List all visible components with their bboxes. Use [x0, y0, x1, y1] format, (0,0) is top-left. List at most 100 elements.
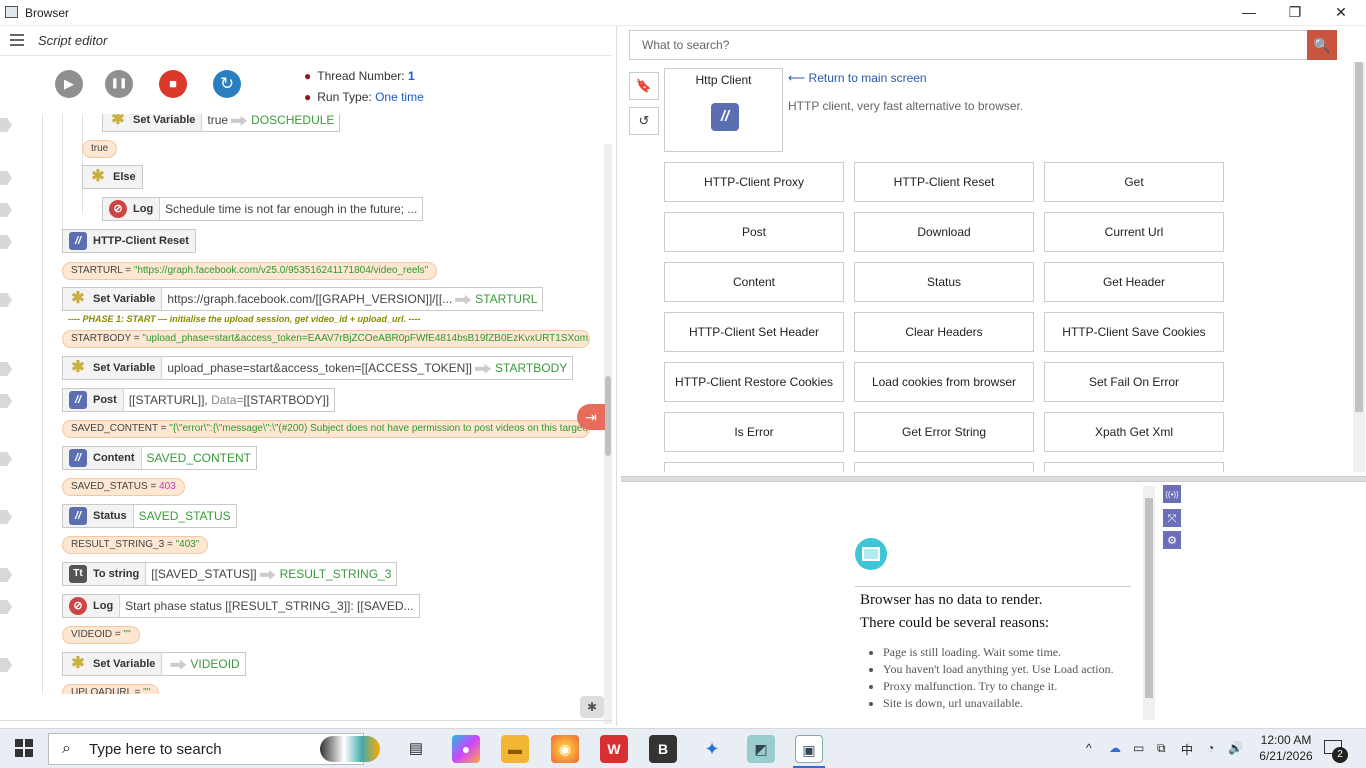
windows-start-icon[interactable]: [15, 739, 33, 757]
script-canvas[interactable]: ✱ Set Variable true DOSCHEDULE true ✱ Else …: [0, 114, 604, 694]
action-button[interactable]: HTTP-Client Reset: [854, 162, 1034, 202]
wifi-icon[interactable]: ◔: [1207, 741, 1214, 755]
action-button[interactable]: Clear Headers: [854, 312, 1034, 352]
set-variable-block[interactable]: ✱ Set Variable https://graph.facebook.com…: [62, 287, 544, 311]
action-button[interactable]: Current Url: [1044, 212, 1224, 252]
action-button[interactable]: Post: [664, 212, 844, 252]
collapse-icon[interactable]: ⤧: [1162, 508, 1182, 528]
bookmark-icon[interactable]: 🔖: [629, 72, 659, 100]
list-item: Proxy malfunction. Try to change it.: [883, 678, 1133, 694]
copilot-icon[interactable]: ●: [452, 735, 480, 763]
status-block[interactable]: //Status SAVED_STATUS: [62, 504, 237, 528]
browser-app-icon[interactable]: ▣: [795, 735, 823, 763]
input-method-icon[interactable]: 中: [1181, 741, 1193, 758]
arrow-icon: [231, 115, 248, 126]
else-block[interactable]: ✱ Else: [82, 165, 143, 189]
history-icon[interactable]: ↺: [629, 107, 659, 135]
runtype-value[interactable]: One time: [375, 90, 424, 104]
widgets-icon[interactable]: [320, 736, 380, 762]
to-string-block[interactable]: Tt To string [[SAVED_STATUS]] RESULT_STRIN…: [62, 562, 398, 586]
action-button[interactable]: Get: [1044, 162, 1224, 202]
editor-scroll-thumb[interactable]: [605, 376, 611, 456]
pause-button[interactable]: ❚❚: [105, 70, 133, 98]
restore-button[interactable]: ❐: [1272, 0, 1318, 26]
http-client-icon: //: [69, 391, 87, 409]
bas-icon[interactable]: B: [649, 735, 677, 763]
wps-icon[interactable]: W: [600, 735, 628, 763]
minimize-button[interactable]: —: [1226, 0, 1272, 26]
action-button[interactable]: HTTP-Client Proxy: [664, 162, 844, 202]
menu-icon[interactable]: [10, 34, 24, 46]
task-view-icon[interactable]: ▤: [402, 735, 430, 763]
list-item: You haven't load anything yet. Use Load …: [883, 661, 1133, 677]
stop-button[interactable]: ■: [159, 70, 187, 98]
action-button[interactable]: Status: [854, 262, 1034, 302]
actions-grid: HTTP-Client Proxy HTTP-Client Reset Get …: [664, 162, 1224, 472]
set-variable-block[interactable]: ✱ Set Variable VIDEOID: [62, 652, 246, 676]
close-button[interactable]: ✕: [1318, 0, 1364, 26]
action-button[interactable]: [1044, 462, 1224, 472]
http-client-reset-block[interactable]: //HTTP-Client Reset: [62, 229, 196, 253]
http-client-icon: //: [69, 449, 87, 467]
thread-label: Thread Number:: [317, 69, 405, 83]
file-explorer-icon[interactable]: ▬: [501, 735, 529, 763]
actions-scroll-thumb[interactable]: [1355, 62, 1363, 412]
time: 12:00 AM: [1260, 733, 1312, 747]
content-block[interactable]: //Content SAVED_CONTENT: [62, 446, 258, 470]
log-block[interactable]: ⊘ Log Start phase status [[RESULT_STRING_…: [62, 594, 420, 618]
tray-app-icon[interactable]: ▭: [1133, 741, 1144, 755]
exit-icon[interactable]: ⇥: [577, 404, 605, 430]
action-button[interactable]: HTTP-Client Set Header: [664, 312, 844, 352]
variable-value-pill: UPLOADURL = "": [62, 684, 160, 694]
post-block[interactable]: //Post [[STARTURL]], Data=[[STARTBODY]]: [62, 388, 336, 412]
variable-value-pill: SAVED_CONTENT = "{\"error\":{\"message\"…: [62, 420, 590, 438]
return-to-main-link[interactable]: ⟵ Return to main screen: [788, 71, 927, 85]
set-variable-block[interactable]: ✱ Set Variable upload_phase=start&access_…: [62, 356, 574, 380]
onedrive-icon[interactable]: ☁: [1109, 741, 1121, 755]
volume-icon[interactable]: 🔊: [1228, 741, 1243, 755]
list-item: Page is still loading. Wait some time.: [883, 644, 1133, 660]
set-variable-block[interactable]: ✱ Set Variable true DOSCHEDULE: [102, 114, 341, 132]
action-button[interactable]: Xpath Get Xml: [1044, 412, 1224, 452]
list-item: Site is down, url unavailable.: [883, 695, 1133, 711]
action-button[interactable]: [854, 462, 1034, 472]
restart-button[interactable]: ↻: [213, 70, 241, 98]
broadcast-icon[interactable]: ((•)): [1162, 484, 1182, 504]
tray-app-icon[interactable]: ⧉: [1157, 741, 1166, 756]
log-block[interactable]: ⊘ Log Schedule time is not far enough in …: [102, 197, 424, 221]
notification-count: 2: [1332, 747, 1348, 763]
browser-scrollbar[interactable]: [1143, 486, 1155, 720]
action-button[interactable]: HTTP-Client Restore Cookies: [664, 362, 844, 402]
action-button[interactable]: Is Error: [664, 412, 844, 452]
bug-icon[interactable]: ✱: [580, 696, 604, 718]
settings-icon[interactable]: ⚙: [1162, 530, 1182, 550]
browser-window-icon: [855, 538, 887, 570]
action-button[interactable]: Load cookies from browser: [854, 362, 1034, 402]
action-button[interactable]: Get Error String: [854, 412, 1034, 452]
action-button[interactable]: Download: [854, 212, 1034, 252]
actions-scrollbar[interactable]: [1353, 62, 1365, 472]
variable-value-pill: VIDEOID = "": [62, 626, 140, 644]
firefox-icon[interactable]: ◉: [551, 735, 579, 763]
clock[interactable]: 12:00 AM 6/21/2026: [1258, 732, 1314, 764]
browser-scroll-thumb[interactable]: [1145, 498, 1153, 698]
editor-header: Script editor: [0, 26, 612, 56]
thread-value: 1: [407, 69, 415, 83]
action-button[interactable]: HTTP-Client Save Cookies: [1044, 312, 1224, 352]
window-title: Browser: [25, 6, 70, 20]
action-search-input[interactable]: What to search?: [629, 30, 1309, 60]
action-button[interactable]: Get Header: [1044, 262, 1224, 302]
window-titlebar: Browser — ❐ ✕: [0, 0, 1366, 26]
editor-title: Script editor: [38, 33, 108, 48]
taskbar-search-box[interactable]: ⌕ Type here to search: [48, 733, 364, 765]
script-editor-pane: Script editor ▶ ❚❚ ■ ↻ ● Thread Number: 1…: [0, 26, 617, 743]
search-icon[interactable]: 🔍: [1307, 30, 1337, 60]
action-button[interactable]: Content: [664, 262, 844, 302]
action-button[interactable]: Set Fail On Error: [1044, 362, 1224, 402]
show-hidden-icons[interactable]: ^: [1086, 741, 1092, 755]
action-button[interactable]: [664, 462, 844, 472]
app-icon[interactable]: ◩: [747, 735, 775, 763]
play-button[interactable]: ▶: [55, 70, 83, 98]
http-client-card[interactable]: Http Client //: [664, 68, 783, 152]
sparkle-icon[interactable]: ✦: [698, 735, 726, 763]
